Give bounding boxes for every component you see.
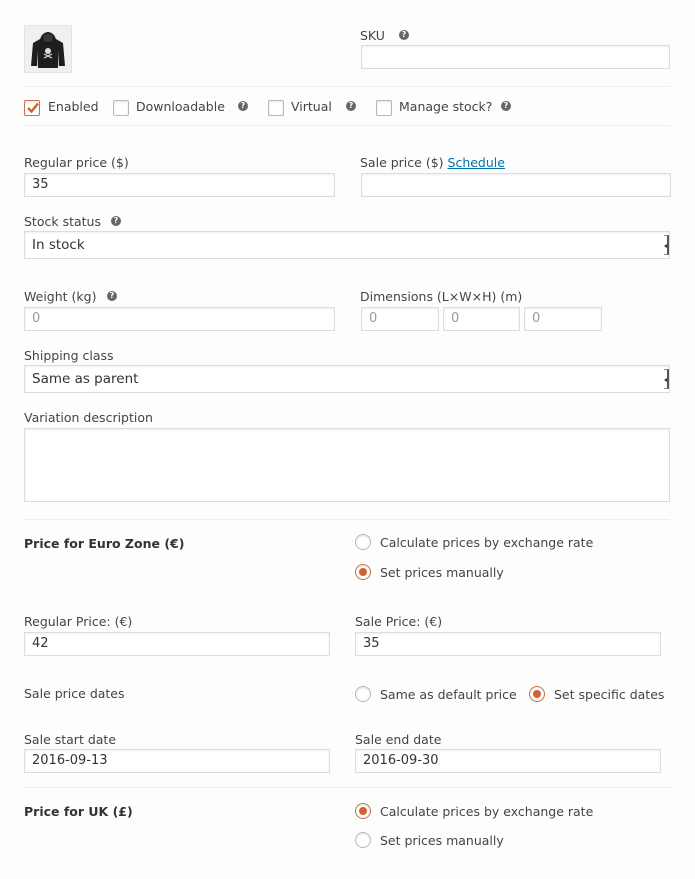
enabled-label: Enabled: [48, 99, 99, 114]
divider: [24, 86, 670, 87]
variation-description-label: Variation description: [24, 410, 153, 425]
regular-price-label: Regular price ($): [24, 155, 129, 170]
help-icon[interactable]: ?: [111, 216, 121, 226]
virtual-label: Virtual: [291, 99, 332, 114]
sku-label: SKU: [360, 28, 385, 43]
uk-exchange-rate-label: Calculate prices by exchange rate: [380, 804, 594, 819]
euro-exchange-rate-radio[interactable]: [355, 534, 371, 550]
enabled-checkbox[interactable]: [24, 100, 40, 116]
dropdown-arrow-icon: [664, 235, 669, 255]
dimensions-label: Dimensions (L×W×H) (m): [360, 289, 523, 304]
weight-input[interactable]: 0: [24, 307, 335, 331]
help-icon[interactable]: ?: [238, 101, 248, 111]
manage-stock-label: Manage stock?: [399, 99, 493, 114]
manage-stock-checkbox[interactable]: [376, 100, 392, 116]
divider: [24, 787, 670, 788]
sale-price-input[interactable]: [361, 173, 671, 197]
help-icon[interactable]: ?: [346, 101, 356, 111]
sale-end-date-input[interactable]: 2016-09-30: [355, 749, 661, 773]
euro-manual-label: Set prices manually: [380, 565, 504, 580]
width-input[interactable]: 0: [443, 307, 520, 331]
regular-price-input[interactable]: 35: [24, 173, 335, 197]
uk-exchange-rate-radio[interactable]: [355, 803, 371, 819]
uk-title: Price for UK (£): [24, 804, 133, 819]
help-icon[interactable]: ?: [501, 101, 511, 111]
euro-zone-title: Price for Euro Zone (€): [24, 536, 185, 551]
set-specific-dates-label: Set specific dates: [554, 687, 665, 702]
sale-start-date-input[interactable]: 2016-09-13: [24, 749, 330, 773]
shipping-class-label: Shipping class: [24, 348, 114, 363]
sale-price-label-text: Sale price ($): [360, 155, 444, 170]
sale-price-dates-label: Sale price dates: [24, 686, 125, 701]
divider: [24, 519, 670, 520]
uk-manual-radio[interactable]: [355, 832, 371, 848]
schedule-link[interactable]: Schedule: [448, 155, 505, 170]
same-as-default-radio[interactable]: [355, 686, 371, 702]
help-icon[interactable]: ?: [107, 291, 117, 301]
euro-exchange-rate-label: Calculate prices by exchange rate: [380, 535, 594, 550]
shipping-class-select[interactable]: Same as parent: [24, 365, 670, 393]
euro-manual-radio[interactable]: [355, 564, 371, 580]
same-as-default-label: Same as default price: [380, 687, 517, 702]
shipping-class-value: Same as parent: [32, 371, 139, 387]
set-specific-dates-radio[interactable]: [529, 686, 545, 702]
sale-start-date-label: Sale start date: [24, 732, 117, 747]
weight-label: Weight (kg): [24, 289, 97, 304]
stock-status-select[interactable]: In stock: [24, 231, 670, 259]
divider: [24, 125, 670, 126]
downloadable-label: Downloadable: [136, 99, 225, 114]
stock-status-label: Stock status: [24, 214, 101, 229]
sale-price-label: Sale price ($) Schedule: [360, 155, 505, 170]
hoodie-icon: [31, 32, 65, 68]
sale-end-date-label: Sale end date: [355, 732, 442, 747]
height-input[interactable]: 0: [524, 307, 602, 331]
stock-status-value: In stock: [32, 237, 85, 253]
product-thumbnail[interactable]: [24, 25, 72, 73]
dropdown-arrow-icon: [664, 369, 669, 389]
length-input[interactable]: 0: [361, 307, 439, 331]
virtual-checkbox[interactable]: [268, 100, 284, 116]
euro-regular-price-input[interactable]: 42: [24, 632, 330, 656]
euro-sale-price-label: Sale Price: (€): [355, 614, 443, 629]
uk-manual-label: Set prices manually: [380, 833, 504, 848]
sku-input[interactable]: [361, 45, 670, 69]
downloadable-checkbox[interactable]: [113, 100, 129, 116]
euro-regular-price-label: Regular Price: (€): [24, 614, 133, 629]
help-icon[interactable]: ?: [399, 30, 409, 40]
euro-sale-price-input[interactable]: 35: [355, 632, 661, 656]
checkmark-icon: [27, 102, 39, 114]
variation-description-textarea[interactable]: [24, 428, 670, 502]
